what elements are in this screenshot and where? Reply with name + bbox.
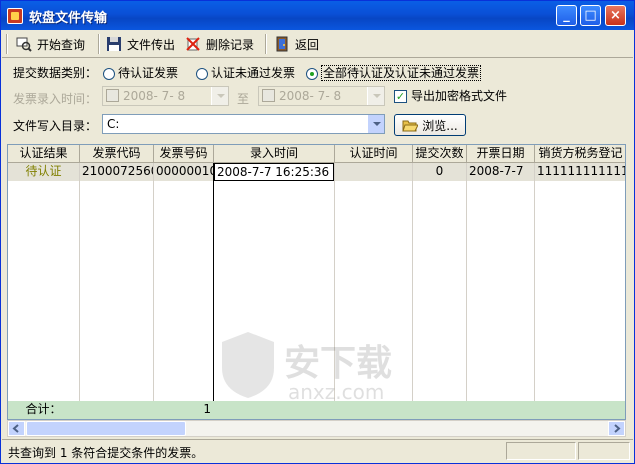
grid-header: 认证结果 发票代码 发票号码 录入时间 认证时间 提交次数 开票日期 销货方税务… xyxy=(8,145,625,163)
radio-all-circle[interactable] xyxy=(306,67,318,80)
radio-pending[interactable]: 待认证发票 xyxy=(103,64,178,81)
column-header[interactable]: 发票代码 xyxy=(80,145,154,163)
dir-label: 文件写入目录： xyxy=(13,119,98,133)
folder-open-icon xyxy=(402,118,420,132)
scroll-right-button[interactable] xyxy=(608,421,625,436)
chevron-left-icon xyxy=(12,424,19,433)
toolbar: 开始查询 文件传出 删除记录 返回 xyxy=(2,30,633,58)
column-divider xyxy=(213,163,214,401)
column-header[interactable]: 提交次数 xyxy=(413,145,467,163)
radio-all-label: 全部待认证及认证未通过发票 xyxy=(321,65,482,81)
table-cell[interactable]: 2100072560 xyxy=(80,163,153,181)
totals-count: 1 xyxy=(203,402,211,416)
window-title: 软盘文件传输 xyxy=(29,11,108,26)
app-icon xyxy=(7,8,23,24)
table-cell[interactable] xyxy=(335,163,412,181)
horizontal-scrollbar[interactable] xyxy=(7,420,626,437)
column-header[interactable]: 认证时间 xyxy=(335,145,413,163)
delete-record-label: 删除记录 xyxy=(206,37,255,52)
column-divider xyxy=(412,163,413,401)
export-encrypted-option[interactable]: ✓ 导出加密格式文件 xyxy=(394,87,507,104)
date-label: 发票录入时间： xyxy=(13,92,98,106)
status-text: 共查询到 1 条符合提交条件的发票。 xyxy=(8,446,204,460)
date-to-value: 2008- 7- 8 xyxy=(279,89,342,103)
table-cell-focused[interactable]: 2008-7-7 16:25:36 xyxy=(214,163,334,181)
chevron-right-icon xyxy=(614,424,621,433)
column-divider xyxy=(466,163,467,401)
status-bar: 共查询到 1 条符合提交条件的发票。 xyxy=(2,439,633,461)
main-window: 软盘文件传输 _ □ × 开始查询 文件传出 删除记录 返回 提交数据类别： 待… xyxy=(0,0,635,464)
column-header[interactable]: 发票号码 xyxy=(154,145,214,163)
chevron-down-icon[interactable] xyxy=(367,87,384,105)
radio-failed[interactable]: 认证未通过发票 xyxy=(196,64,295,81)
dir-select[interactable]: C: xyxy=(102,114,385,134)
start-query-button[interactable]: 开始查询 xyxy=(16,33,85,55)
column-divider xyxy=(534,163,535,401)
radio-pending-label: 待认证发票 xyxy=(118,66,179,80)
table-cell[interactable]: 111111111111 xyxy=(535,163,625,181)
export-file-button[interactable]: 文件传出 xyxy=(106,33,175,55)
radio-failed-circle[interactable] xyxy=(196,67,208,80)
table-cell[interactable]: 待认证 xyxy=(8,163,79,181)
column-divider xyxy=(153,163,154,401)
date-from-value: 2008- 7- 8 xyxy=(123,89,186,103)
date-from-checkbox[interactable] xyxy=(106,89,119,102)
toolbar-separator xyxy=(265,34,267,54)
table-cell[interactable]: 00000010 xyxy=(154,163,213,181)
date-to-picker[interactable]: 2008- 7- 8 xyxy=(258,86,385,106)
radio-all[interactable]: 全部待认证及认证未通过发票 xyxy=(306,64,482,81)
minimize-button[interactable]: _ xyxy=(556,5,577,26)
date-to-checkbox[interactable] xyxy=(262,89,275,102)
door-exit-icon xyxy=(274,36,290,52)
column-header[interactable]: 销货方税务登记 xyxy=(535,145,625,163)
radio-pending-circle[interactable] xyxy=(103,67,115,80)
watermark-cn-text: 安下载 xyxy=(284,343,393,384)
export-file-label: 文件传出 xyxy=(127,37,176,52)
export-encrypted-label: 导出加密格式文件 xyxy=(411,89,508,103)
column-divider xyxy=(79,163,80,401)
back-button[interactable]: 返回 xyxy=(274,33,319,55)
radio-failed-label: 认证未通过发票 xyxy=(211,66,296,80)
column-header[interactable]: 认证结果 xyxy=(8,145,80,163)
browse-label: 浏览... xyxy=(422,118,458,133)
status-panel xyxy=(506,442,576,460)
toolbar-separator xyxy=(98,34,100,54)
chevron-down-icon[interactable] xyxy=(211,87,228,105)
date-to-label: 至 xyxy=(237,92,250,106)
chevron-down-icon[interactable] xyxy=(367,115,384,133)
column-header[interactable]: 录入时间 xyxy=(214,145,335,163)
totals-row: 合计： 1 xyxy=(8,401,625,419)
totals-label: 合计： xyxy=(25,402,62,416)
browse-button[interactable]: 浏览... xyxy=(394,114,466,136)
title-bar[interactable]: 软盘文件传输 _ □ × xyxy=(1,1,634,30)
invoice-grid[interactable]: 认证结果 发票代码 发票号码 录入时间 认证时间 提交次数 开票日期 销货方税务… xyxy=(7,144,626,420)
date-from-picker[interactable]: 2008- 7- 8 xyxy=(102,86,229,106)
column-header[interactable]: 开票日期 xyxy=(467,145,535,163)
maximize-button[interactable]: □ xyxy=(580,5,601,26)
table-cell[interactable]: 0 xyxy=(413,163,466,181)
start-query-label: 开始查询 xyxy=(37,37,86,52)
category-label: 提交数据类别： xyxy=(13,66,98,80)
back-label: 返回 xyxy=(295,37,320,52)
toolbar-grip xyxy=(6,34,8,54)
close-button[interactable]: × xyxy=(605,5,626,26)
shield-icon xyxy=(222,332,274,398)
scroll-left-button[interactable] xyxy=(8,421,25,436)
column-divider xyxy=(334,163,335,401)
table-cell[interactable]: 2008-7-7 xyxy=(467,163,534,181)
delete-record-button[interactable]: 删除记录 xyxy=(185,33,254,55)
scroll-thumb[interactable] xyxy=(26,421,186,436)
delete-icon xyxy=(185,36,201,52)
floppy-icon xyxy=(106,36,122,52)
export-encrypted-checkbox[interactable]: ✓ xyxy=(394,90,407,103)
dir-value: C: xyxy=(107,117,120,131)
status-panel xyxy=(578,442,630,460)
query-icon xyxy=(16,36,32,52)
